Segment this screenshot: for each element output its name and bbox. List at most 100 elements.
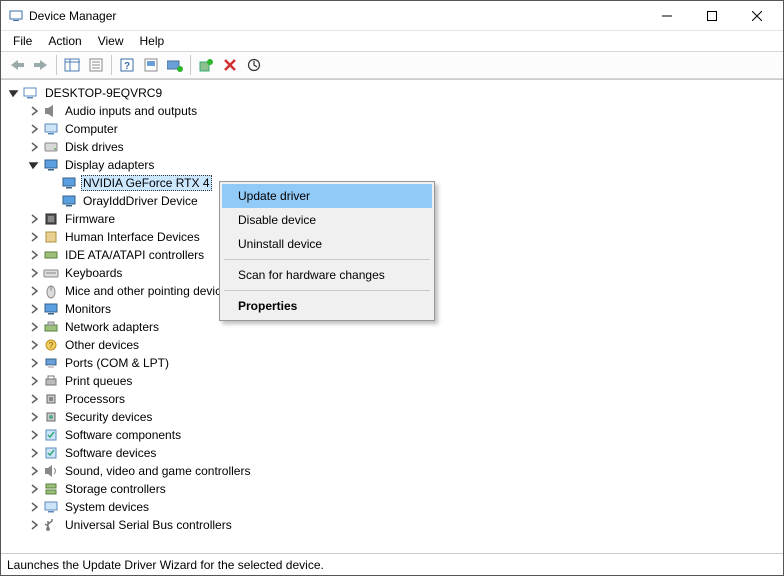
menubar: File Action View Help: [1, 31, 783, 51]
expand-toggle[interactable]: [27, 158, 41, 172]
hid-icon: [43, 229, 59, 245]
show-hide-tree-button[interactable]: [60, 54, 84, 76]
disk-icon: [43, 139, 59, 155]
security-icon: [43, 409, 59, 425]
mouse-icon: [43, 283, 59, 299]
maximize-button[interactable]: [689, 2, 734, 30]
expand-toggle[interactable]: [27, 320, 41, 334]
tree-category-label[interactable]: Ports (COM & LPT): [63, 356, 171, 370]
context-menu: Update driver Disable device Uninstall d…: [219, 181, 435, 321]
expand-toggle[interactable]: [27, 518, 41, 532]
expand-toggle[interactable]: [27, 410, 41, 424]
display-icon: [43, 157, 59, 173]
close-button[interactable]: [734, 2, 779, 30]
tree-category-label[interactable]: Storage controllers: [63, 482, 168, 496]
port-icon: [43, 355, 59, 371]
enable-button[interactable]: [163, 54, 187, 76]
sound-icon: [43, 463, 59, 479]
uninstall-button[interactable]: [218, 54, 242, 76]
tree-category-label[interactable]: Monitors: [63, 302, 113, 316]
separator: [224, 259, 430, 260]
computer-icon: [43, 121, 59, 137]
firmware-icon: [43, 211, 59, 227]
menu-view[interactable]: View: [90, 33, 132, 49]
help-button[interactable]: ?: [115, 54, 139, 76]
tree-category-label[interactable]: IDE ATA/ATAPI controllers: [63, 248, 206, 262]
add-legacy-button[interactable]: [194, 54, 218, 76]
tree-device-label[interactable]: NVIDIA GeForce RTX 4: [81, 175, 212, 191]
tree-category-label[interactable]: Keyboards: [63, 266, 124, 280]
update-driver-button[interactable]: [242, 54, 266, 76]
expand-toggle[interactable]: [27, 356, 41, 370]
ide-icon: [43, 247, 59, 263]
software-icon: [43, 427, 59, 443]
svg-text:?: ?: [49, 341, 54, 350]
tree-category-label[interactable]: Disk drives: [63, 140, 126, 154]
statusbar: Launches the Update Driver Wizard for th…: [1, 553, 783, 575]
expand-toggle[interactable]: [7, 86, 21, 100]
display-icon: [61, 175, 77, 191]
context-menu-update-driver[interactable]: Update driver: [222, 184, 432, 208]
expand-toggle[interactable]: [27, 230, 41, 244]
minimize-button[interactable]: [644, 2, 689, 30]
tree-category-label[interactable]: Display adapters: [63, 158, 156, 172]
network-icon: [43, 319, 59, 335]
tree-category-label[interactable]: Security devices: [63, 410, 154, 424]
tree-category-label[interactable]: Network adapters: [63, 320, 161, 334]
speaker-icon: [43, 103, 59, 119]
display-icon: [61, 193, 77, 209]
tree-category-label[interactable]: Audio inputs and outputs: [63, 104, 199, 118]
tree-category-label[interactable]: System devices: [63, 500, 151, 514]
context-menu-properties[interactable]: Properties: [222, 294, 432, 318]
nav-back-button[interactable]: [5, 54, 29, 76]
expand-toggle[interactable]: [27, 212, 41, 226]
tree-category-label[interactable]: Software devices: [63, 446, 158, 460]
svg-text:?: ?: [124, 61, 130, 72]
expand-toggle[interactable]: [27, 248, 41, 262]
tree-category-label[interactable]: Computer: [63, 122, 120, 136]
printer-icon: [43, 373, 59, 389]
tree-category-label[interactable]: Processors: [63, 392, 127, 406]
separator: [111, 55, 112, 75]
tree-category-label[interactable]: Firmware: [63, 212, 117, 226]
software-icon: [43, 445, 59, 461]
tree-category-label[interactable]: Other devices: [63, 338, 141, 352]
expand-toggle[interactable]: [27, 392, 41, 406]
context-menu-scan[interactable]: Scan for hardware changes: [222, 263, 432, 287]
expand-toggle[interactable]: [27, 122, 41, 136]
expand-toggle[interactable]: [27, 428, 41, 442]
root-node-label[interactable]: DESKTOP-9EQVRC9: [43, 86, 164, 100]
expand-toggle[interactable]: [27, 482, 41, 496]
tree-category-label[interactable]: Sound, video and game controllers: [63, 464, 252, 478]
app-icon: [9, 9, 23, 23]
menu-file[interactable]: File: [5, 33, 40, 49]
expand-toggle[interactable]: [27, 446, 41, 460]
expand-toggle[interactable]: [27, 500, 41, 514]
expand-toggle[interactable]: [27, 302, 41, 316]
window-title: Device Manager: [29, 9, 116, 23]
expand-toggle[interactable]: [27, 284, 41, 298]
menu-action[interactable]: Action: [40, 33, 89, 49]
tree-category-label[interactable]: Human Interface Devices: [63, 230, 202, 244]
nav-forward-button[interactable]: [29, 54, 53, 76]
tree-device-label[interactable]: OrayIddDriver Device: [81, 194, 200, 208]
tree-category-label[interactable]: Mice and other pointing devices: [63, 284, 236, 298]
expand-toggle[interactable]: [27, 266, 41, 280]
context-menu-uninstall-device[interactable]: Uninstall device: [222, 232, 432, 256]
properties-button[interactable]: [84, 54, 108, 76]
keyboard-icon: [43, 265, 59, 281]
scan-button[interactable]: [139, 54, 163, 76]
tree-category-label[interactable]: Software components: [63, 428, 183, 442]
expand-toggle[interactable]: [27, 374, 41, 388]
separator: [56, 55, 57, 75]
menu-help[interactable]: Help: [132, 33, 173, 49]
expand-toggle[interactable]: [27, 338, 41, 352]
expand-toggle[interactable]: [27, 140, 41, 154]
expand-toggle[interactable]: [27, 464, 41, 478]
expand-toggle[interactable]: [27, 104, 41, 118]
display-icon: [43, 301, 59, 317]
tree-category-label[interactable]: Universal Serial Bus controllers: [63, 518, 234, 532]
tree-category-label[interactable]: Print queues: [63, 374, 134, 388]
other-icon: ?: [43, 337, 59, 353]
context-menu-disable-device[interactable]: Disable device: [222, 208, 432, 232]
